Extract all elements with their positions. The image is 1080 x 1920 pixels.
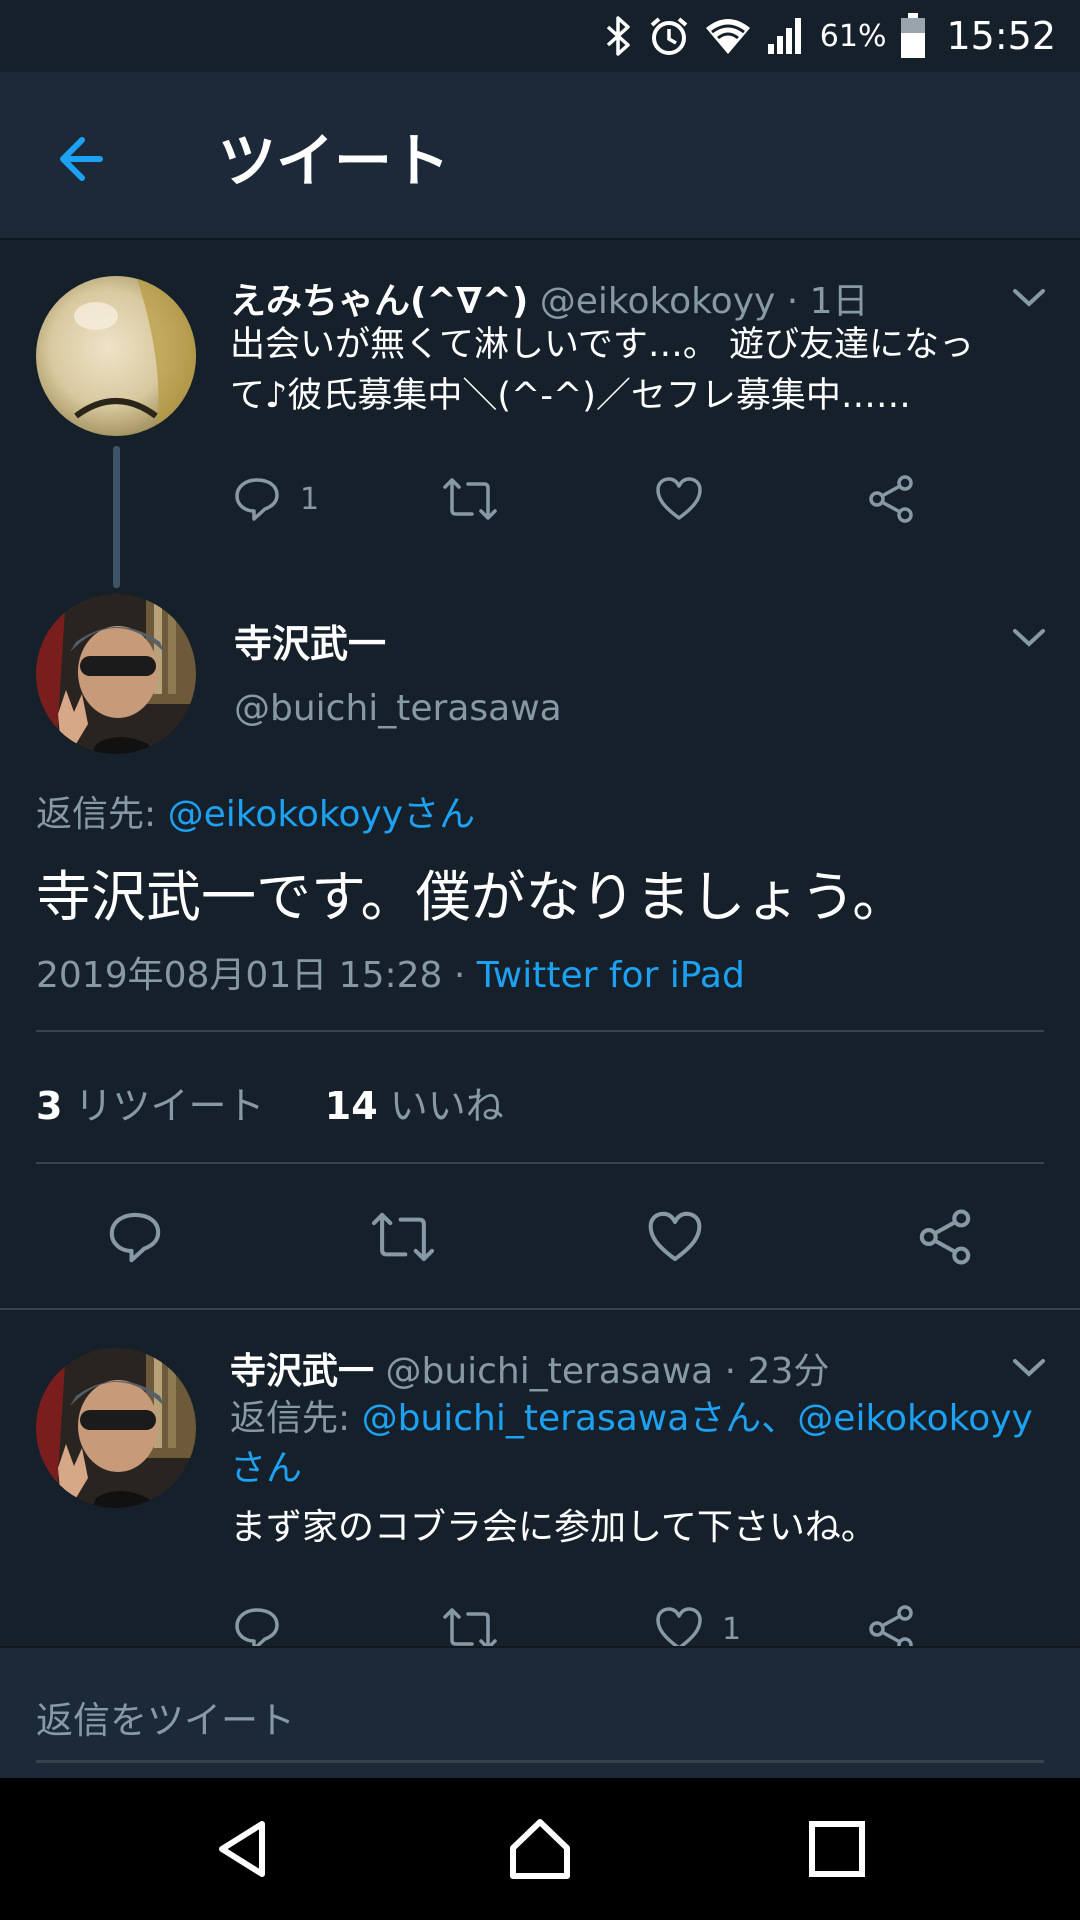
divider [0,1308,1080,1310]
reply-icon [109,1212,161,1263]
tweet-time: · 23分 [724,1351,830,1392]
wifi-icon [704,16,752,56]
share-button[interactable] [866,474,916,524]
like-stat[interactable]: 14 いいね [325,1084,504,1128]
tweet-meta: 2019年08月01日 15:28 · Twitter for iPad [36,946,745,998]
retweet-button[interactable] [370,1208,436,1266]
reply-to-link[interactable]: さん [230,1444,1033,1494]
retweet-button[interactable] [442,474,498,524]
avatar[interactable] [36,1348,196,1508]
reply-to-label: 返信先: [230,1398,362,1439]
tweet-time: · 1日 [786,281,869,322]
tweet-text: まず家のコブラ会に参加して下さいね。 [230,1507,877,1548]
display-name[interactable]: えみちゃん(^∇^) [230,281,528,322]
user-handle[interactable]: @buichi_terasawa [234,688,562,729]
thread-line [113,446,120,588]
tweet-text: 出会いが無くて淋しいです…。 遊び友達になっ て♪彼氏募集中＼(^-^)／セフレ… [230,320,974,422]
like-count: 1 [722,1611,742,1647]
app-header: ツイート [0,72,1080,240]
chevron-down-icon[interactable] [1009,282,1049,312]
tweet-text-line: て♪彼氏募集中＼(^-^)／セフレ募集中…… [230,376,911,416]
nav-home-button[interactable] [505,1814,575,1884]
nav-recents-button[interactable] [802,1814,872,1884]
heart-icon [656,477,702,520]
status-bar: 61% 15:52 [0,0,1080,72]
nav-back-button[interactable] [208,1814,278,1884]
share-icon [869,475,913,523]
retweet-stat[interactable]: 3 リツイート [36,1084,265,1128]
triangle-back-icon [219,1821,265,1877]
bluetooth-icon [604,15,634,57]
share-icon [919,1209,971,1265]
battery-percent: 61% [819,18,887,54]
divider [36,1030,1044,1032]
display-name[interactable]: 寺沢武一 [230,1351,374,1392]
reply-compose-bar[interactable]: 返信をツイート [0,1646,1080,1778]
like-button[interactable] [646,1208,704,1266]
share-button[interactable] [916,1208,974,1266]
tweet-stats: 3 リツイート 14 いいね [36,1075,504,1130]
display-name[interactable]: 寺沢武一 [234,613,386,668]
retweet-count: 3 [36,1084,63,1128]
reply-button[interactable] [106,1208,164,1266]
divider [36,1162,1044,1164]
avatar[interactable] [36,594,196,754]
user-handle[interactable]: @eikokokoyy [540,281,776,322]
reply-input[interactable]: 返信をツイート [36,1690,295,1744]
alarm-icon [648,15,690,57]
tweet-timestamp: 2019年08月01日 15:28 · [36,955,477,996]
reply-to: 返信先: @buichi_terasawaさん、@eikokokoyy さん [230,1394,1033,1494]
like-button[interactable] [654,474,704,524]
avatar[interactable] [36,276,196,436]
like-label: いいね [389,1084,504,1128]
like-count: 14 [324,1084,378,1128]
arrow-left-icon [60,137,103,181]
tweet-source[interactable]: Twitter for iPad [477,955,745,996]
tweet-header: えみちゃん(^∇^) @eikokokoyy · 1日 [230,272,869,324]
square-recents-icon [809,1821,865,1877]
home-icon [510,1819,570,1879]
clock: 15:52 [946,14,1056,58]
tweet-text: 寺沢武一です。僕がなりましょう。 [36,865,908,929]
reply-to-label: 返信先: [36,794,168,835]
chevron-down-icon[interactable] [1009,622,1049,652]
back-button[interactable] [50,124,120,194]
tweet-header: 寺沢武一 @buichi_terasawa · 23分 [230,1342,829,1394]
battery-icon [900,13,926,59]
retweet-icon [443,478,497,520]
reply-icon [235,478,279,521]
user-handle[interactable]: @buichi_terasawa [385,1351,713,1392]
reply-to-link[interactable]: @buichi_terasawaさん、@eikokokoyy [362,1398,1033,1439]
chevron-down-icon[interactable] [1009,1352,1049,1382]
retweet-label: リツイート [74,1084,265,1128]
tweet-text-line: 出会いが無くて淋しいです…。 遊び友達になっ [230,325,975,365]
reply-to-link[interactable]: @eikokokoyyさん [168,794,476,835]
heart-icon [648,1211,702,1262]
reply-to: 返信先: @eikokokoyyさん [36,790,475,840]
reply-button[interactable]: 1 [232,474,319,524]
reply-input-underline [36,1760,1044,1763]
page-title: ツイート [218,127,451,195]
retweet-icon [371,1212,435,1262]
navigation-bar [0,1778,1080,1920]
reply-count: 1 [300,481,320,517]
signal-icon [766,16,806,56]
